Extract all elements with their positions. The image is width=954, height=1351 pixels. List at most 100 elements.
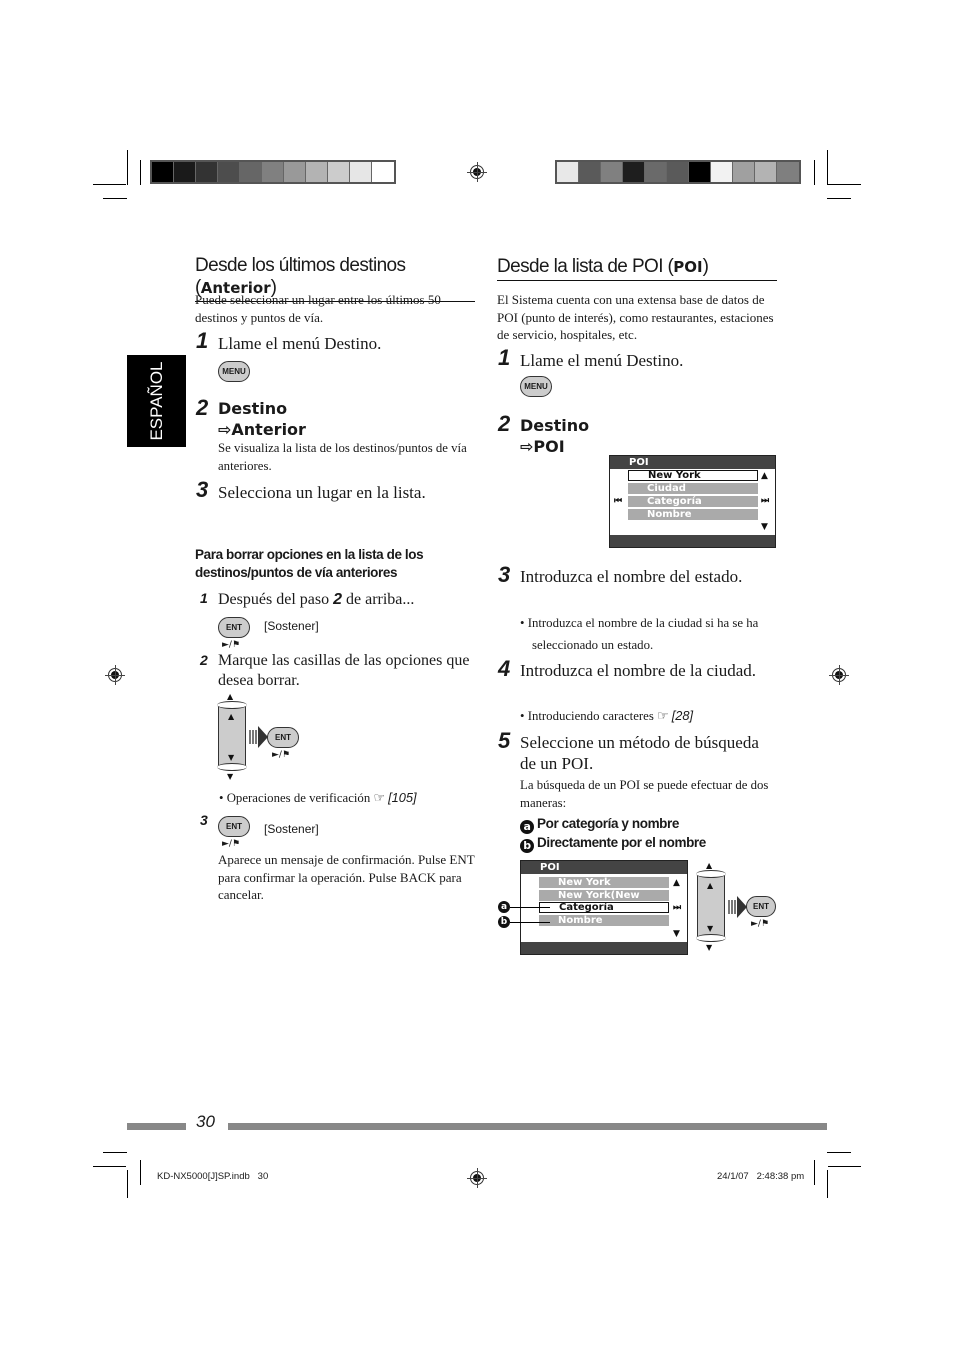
- color-swatch: [306, 162, 328, 182]
- step-text: Introduzca el nombre del estado.: [520, 567, 743, 586]
- callout-a-icon: a: [498, 901, 510, 913]
- footer-bar-right: [228, 1123, 827, 1130]
- poi-list-item[interactable]: New York(New York): [539, 890, 669, 912]
- crop-mark: [93, 184, 126, 185]
- sub-step-number: 2: [200, 652, 208, 668]
- ent-button[interactable]: ENT: [218, 816, 250, 837]
- poi-list-item[interactable]: New York: [628, 470, 758, 481]
- step-number: 3: [498, 562, 511, 587]
- crop-mark: [103, 1152, 127, 1153]
- right-section-title: Desde la lista de POI (POI): [497, 256, 777, 281]
- down-arrow-icon: ▼: [707, 924, 714, 933]
- screen-header: POI: [610, 456, 775, 469]
- color-calibration-bar-left: [150, 160, 396, 184]
- crop-mark: [828, 184, 861, 185]
- play-flag-icon: ►/⚑: [222, 839, 241, 849]
- step-text: Destino: [520, 416, 590, 435]
- color-swatch: [328, 162, 350, 182]
- color-calibration-bar-right: [555, 160, 801, 184]
- poi-list-item[interactable]: New York: [539, 877, 669, 888]
- delete-section-heading: Para borrar opciones en la lista de los …: [195, 547, 424, 580]
- ent-button[interactable]: ENT: [746, 896, 776, 917]
- joystick-control[interactable]: ▲ ▼: [696, 870, 726, 942]
- step-text: Seleccione un método de búsqueda de un P…: [520, 733, 759, 773]
- crop-mark: [93, 1166, 126, 1167]
- arrow-stem: [728, 900, 737, 914]
- step-text: Destino: [218, 399, 288, 418]
- down-arrow-icon: ▼: [227, 772, 234, 781]
- crop-mark: [140, 160, 141, 185]
- marker-a-icon: a: [520, 820, 534, 834]
- color-swatch: [645, 162, 667, 182]
- poi-list-item[interactable]: Categoría: [539, 902, 669, 913]
- previous-icon: ⏮: [614, 496, 623, 506]
- play-flag-icon: ►/⚑: [222, 640, 241, 650]
- step-number: 3: [196, 477, 209, 502]
- screen-header: POI: [521, 861, 687, 874]
- registration-mark-icon: [105, 665, 125, 685]
- poi-screen-1: POI New York Ciudad Categoría Nombre ▲ ⏮…: [609, 455, 776, 548]
- right-intro: El Sistema cuenta con una extensa base d…: [497, 292, 774, 342]
- ent-button[interactable]: ENT: [218, 617, 250, 638]
- color-swatch: [557, 162, 579, 182]
- crop-mark: [827, 1152, 851, 1153]
- step-note: Se visualiza la lista de los destinos/pu…: [218, 441, 467, 473]
- down-arrow-icon: ▼: [706, 943, 713, 952]
- step-text: Selecciona un lugar en la lista.: [218, 483, 426, 502]
- menu-button[interactable]: MENU: [218, 361, 250, 382]
- sub-step-text: Después del paso 2 de arriba...: [218, 591, 415, 608]
- down-arrow-icon: ▼: [228, 753, 235, 762]
- menu-button[interactable]: MENU: [520, 376, 552, 397]
- crop-mark: [814, 1160, 815, 1185]
- up-arrow-icon: ▲: [227, 692, 234, 701]
- hold-label: [Sostener]: [264, 619, 319, 633]
- poi-list-item[interactable]: Nombre: [539, 915, 669, 926]
- method-option-a: a Por categoría y nombre: [520, 815, 679, 834]
- page-reference-link[interactable]: [28]: [672, 708, 693, 723]
- ent-button[interactable]: ENT: [267, 727, 299, 748]
- poi-list-item[interactable]: Nombre: [628, 509, 758, 520]
- scroll-down-icon: ▼: [761, 522, 768, 532]
- file-info: KD-NX5000[J]SP.indb 30: [157, 1171, 269, 1182]
- screen-title: POI: [629, 457, 649, 468]
- screen-footer: [610, 535, 775, 547]
- hold-label: [Sostener]: [264, 822, 319, 836]
- page-number: 30: [196, 1112, 215, 1131]
- crop-mark: [827, 150, 828, 185]
- page-reference-link[interactable]: [105]: [388, 790, 416, 805]
- color-swatch: [284, 162, 306, 182]
- step-text: ⇨POI: [520, 437, 565, 456]
- footer-bar-left: [127, 1123, 186, 1130]
- arrow-stem: [249, 730, 258, 744]
- registration-mark-icon: [467, 1168, 487, 1188]
- step-number: 5: [498, 728, 511, 753]
- left-intro: Puede seleccionar un lugar entre los últ…: [195, 292, 441, 325]
- joystick-control[interactable]: ▲ ▼: [217, 701, 247, 771]
- color-swatch: [174, 162, 196, 182]
- bullet-item: • Introduzca el nombre de la ciudad si h…: [520, 616, 759, 652]
- step-number: 4: [498, 656, 511, 681]
- color-swatch: [240, 162, 262, 182]
- color-swatch: [755, 162, 777, 182]
- bullet-item: • Operaciones de verificación ☞ [105]: [219, 790, 417, 805]
- registration-mark-icon: [829, 665, 849, 685]
- callout-line: [510, 907, 550, 908]
- color-swatch: [579, 162, 601, 182]
- color-swatch: [196, 162, 218, 182]
- crop-mark: [814, 160, 815, 185]
- step-text: Introduzca el nombre de la ciudad.: [520, 661, 757, 680]
- color-swatch: [262, 162, 284, 182]
- step-text: ⇨Anterior: [218, 420, 306, 439]
- play-flag-icon: ►/⚑: [272, 750, 291, 760]
- method-option-b: b Directamente por el nombre: [520, 834, 706, 853]
- color-swatch: [218, 162, 240, 182]
- poi-list-item[interactable]: Ciudad: [628, 483, 758, 494]
- step-number: 1: [498, 345, 511, 370]
- confirm-note: Aparece un mensaje de confirmación. Puls…: [218, 852, 475, 902]
- crop-mark: [103, 198, 127, 199]
- color-swatch: [372, 162, 394, 182]
- color-swatch: [689, 162, 711, 182]
- poi-list-item[interactable]: Categoría: [628, 496, 758, 507]
- color-swatch: [667, 162, 689, 182]
- print-timestamp: 24/1/07 2:48:38 pm: [717, 1171, 805, 1182]
